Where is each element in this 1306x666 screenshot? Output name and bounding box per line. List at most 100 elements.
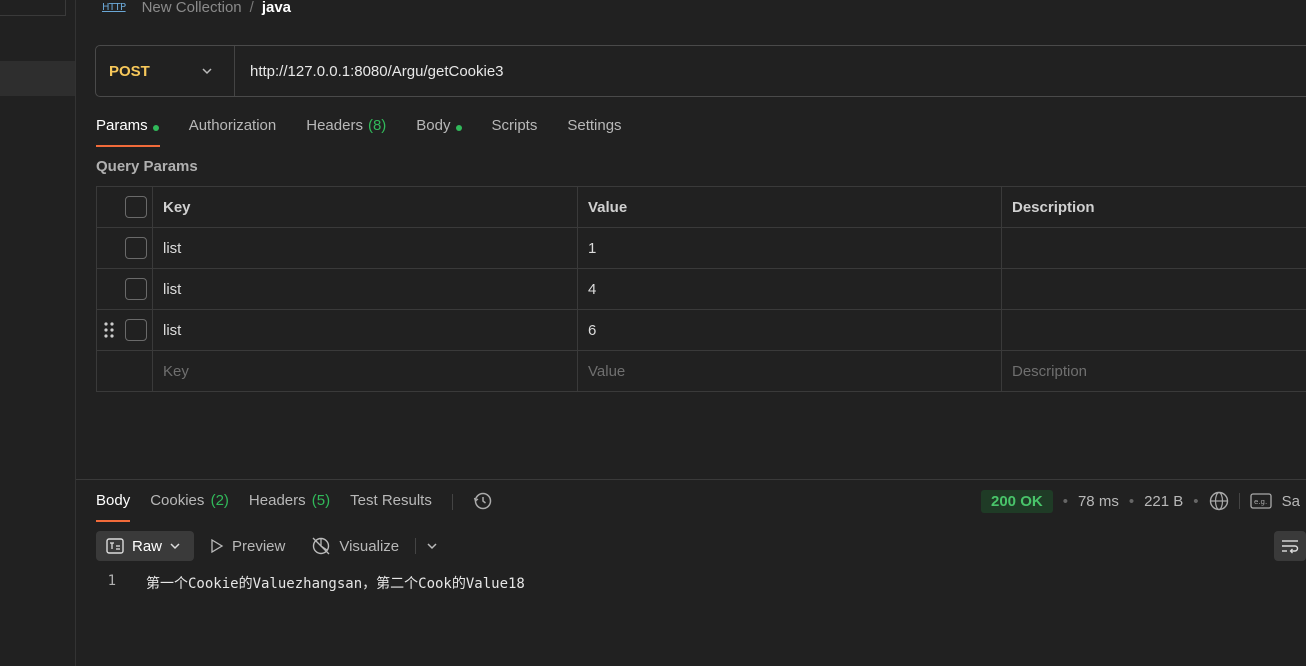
- example-icon[interactable]: e.g.: [1249, 492, 1272, 510]
- sidebar: [0, 0, 76, 666]
- raw-label: Raw: [132, 537, 163, 555]
- preview-label: Preview: [232, 537, 286, 555]
- response-time[interactable]: 78 ms: [1078, 493, 1119, 510]
- bullet-separator: •: [1062, 492, 1068, 510]
- pane-divider[interactable]: [76, 479, 1306, 480]
- param-key[interactable]: list: [153, 310, 578, 350]
- breadcrumb-collection[interactable]: New Collection: [142, 0, 242, 16]
- tab-headers[interactable]: Headers (8): [306, 115, 386, 147]
- request-tabs: Params Authorization Headers (8) Body Sc…: [96, 115, 622, 147]
- tab-headers-label: Headers: [306, 117, 363, 134]
- param-value[interactable]: 1: [578, 228, 1002, 268]
- response-view-bar: Raw Preview Visualize: [96, 531, 438, 561]
- line-number: 1: [107, 573, 116, 589]
- tab-scripts-label: Scripts: [491, 117, 538, 134]
- method-label: POST: [109, 62, 150, 80]
- params-active-dot: [152, 125, 159, 131]
- param-description[interactable]: [1002, 228, 1306, 268]
- chevron-down-icon: [202, 68, 212, 75]
- tab-settings-label: Settings: [567, 117, 622, 134]
- tab-params-label: Params: [96, 117, 148, 134]
- tab-scripts[interactable]: Scripts: [492, 115, 538, 147]
- param-value[interactable]: 4: [578, 269, 1002, 309]
- tab-settings[interactable]: Settings: [567, 115, 621, 147]
- breadcrumb-request-name[interactable]: java: [262, 0, 291, 16]
- main-panel: HTTP New Collection / java POST http://1…: [76, 0, 1306, 666]
- tab-authorization[interactable]: Authorization: [189, 115, 277, 147]
- tab-body[interactable]: Body: [416, 115, 462, 147]
- param-description[interactable]: [1002, 269, 1306, 309]
- new-key-input[interactable]: Key: [153, 351, 578, 391]
- header-description: Description: [1012, 198, 1095, 216]
- response-body-line: 1 第一个Cookie的Valuezhangsan，第二个Cook的Value1…: [96, 573, 525, 593]
- url-bar: POST http://127.0.0.1:8080/Argu/getCooki…: [95, 45, 1306, 97]
- breadcrumb: HTTP New Collection / java: [102, 0, 291, 17]
- query-params-table: Key Value Description list 1 list 4 list…: [96, 186, 1306, 392]
- play-icon: [211, 539, 224, 553]
- preview-button[interactable]: Preview: [200, 531, 295, 561]
- response-tab-headers-label: Headers: [248, 492, 306, 509]
- cookies-count: (2): [210, 492, 229, 509]
- chevron-down-icon[interactable]: [426, 541, 438, 551]
- table-row: list 4: [97, 269, 1306, 310]
- param-key[interactable]: list: [153, 228, 578, 268]
- header-key: Key: [153, 187, 578, 227]
- sidebar-top-box: [0, 0, 66, 16]
- response-body-text[interactable]: 第一个Cookie的Valuezhangsan，第二个Cook的Value18: [142, 573, 525, 593]
- wrap-lines-button[interactable]: [1274, 531, 1306, 561]
- tab-separator: [451, 494, 453, 510]
- view-separator: [415, 538, 417, 554]
- query-params-title: Query Params: [96, 158, 198, 175]
- tab-body-label: Body: [416, 117, 451, 134]
- table-header-row: Key Value Description: [97, 187, 1306, 228]
- response-tab-headers[interactable]: Headers (5): [249, 490, 330, 522]
- row-checkbox-cell: [97, 310, 153, 350]
- visualize-icon: [312, 537, 330, 555]
- param-key[interactable]: list: [153, 269, 578, 309]
- wrap-lines-icon: [1282, 540, 1299, 554]
- bullet-separator: •: [1193, 492, 1199, 510]
- table-row: list 6: [97, 310, 1306, 351]
- chevron-down-icon: [170, 543, 180, 550]
- param-description[interactable]: [1002, 310, 1306, 350]
- new-description-input[interactable]: Description: [1002, 351, 1306, 391]
- status-separator: [1238, 493, 1240, 509]
- breadcrumb-separator: /: [249, 0, 254, 16]
- select-all-checkbox[interactable]: [125, 196, 147, 218]
- response-tab-test-results[interactable]: Test Results: [350, 490, 432, 522]
- response-tabs: Body Cookies (2) Headers (5) Test Result…: [96, 490, 493, 522]
- visualize-button[interactable]: Visualize: [301, 531, 409, 561]
- raw-view-button[interactable]: Raw: [96, 531, 194, 561]
- body-active-dot: [455, 125, 462, 131]
- save-response-button[interactable]: Sa: [1282, 493, 1300, 510]
- row-checkbox[interactable]: [125, 319, 147, 341]
- visualize-label: Visualize: [339, 537, 400, 555]
- method-select[interactable]: POST: [96, 46, 235, 96]
- row-checkbox-cell-empty: [97, 351, 153, 391]
- response-headers-count: (5): [311, 492, 331, 509]
- table-row: list 1: [97, 228, 1306, 269]
- headers-count: (8): [367, 117, 387, 134]
- tab-authorization-label: Authorization: [188, 117, 277, 134]
- response-tab-cookies-label: Cookies: [150, 492, 205, 509]
- header-value: Value: [578, 187, 1002, 227]
- http-icon: HTTP: [102, 1, 126, 13]
- response-tab-cookies[interactable]: Cookies (2): [150, 490, 229, 522]
- sidebar-selected-item[interactable]: [0, 61, 75, 96]
- table-row-new: Key Value Description: [97, 351, 1306, 392]
- row-checkbox[interactable]: [125, 278, 147, 300]
- history-icon[interactable]: [473, 491, 493, 511]
- globe-icon[interactable]: [1209, 491, 1229, 511]
- tab-params[interactable]: Params: [96, 115, 160, 147]
- response-tab-body[interactable]: Body: [96, 490, 131, 522]
- new-value-input[interactable]: Value: [578, 351, 1002, 391]
- status-badge[interactable]: 200 OK: [981, 489, 1053, 513]
- bullet-separator: •: [1128, 492, 1135, 510]
- row-checkbox-cell: [97, 269, 153, 309]
- response-status: 200 OK • 78 ms • 221 B • e.g. Sa: [981, 488, 1300, 514]
- drag-handle-icon[interactable]: [104, 322, 114, 338]
- row-checkbox[interactable]: [125, 237, 147, 259]
- url-input[interactable]: http://127.0.0.1:8080/Argu/getCookie3: [235, 63, 504, 80]
- param-value[interactable]: 6: [578, 310, 1002, 350]
- response-size[interactable]: 221 B: [1144, 493, 1183, 510]
